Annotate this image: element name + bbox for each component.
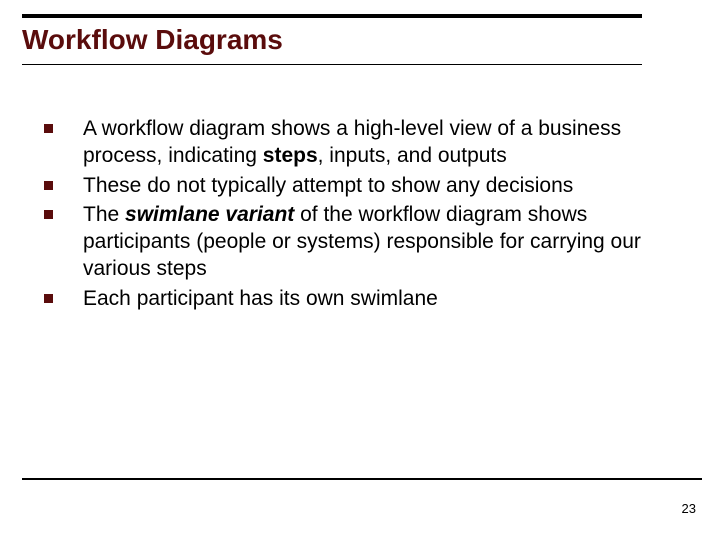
bullet-text: These do not typically attempt to show a…	[83, 172, 573, 199]
bullet-list: A workflow diagram shows a high-level vi…	[40, 115, 662, 312]
list-item: These do not typically attempt to show a…	[40, 172, 662, 199]
bullet-text: Each participant has its own swimlane	[83, 285, 438, 312]
list-item: Each participant has its own swimlane	[40, 285, 662, 312]
content-area: A workflow diagram shows a high-level vi…	[22, 65, 702, 312]
list-item: The swimlane variant of the workflow dia…	[40, 201, 662, 283]
square-bullet-icon	[44, 294, 53, 303]
slide-title: Workflow Diagrams	[22, 24, 642, 56]
bullet-text: A workflow diagram shows a high-level vi…	[83, 115, 662, 170]
bullet-text: The swimlane variant of the workflow dia…	[83, 201, 662, 283]
bottom-rule	[22, 478, 702, 480]
square-bullet-icon	[44, 210, 53, 219]
list-item: A workflow diagram shows a high-level vi…	[40, 115, 662, 170]
square-bullet-icon	[44, 124, 53, 133]
title-area: Workflow Diagrams	[22, 14, 642, 65]
square-bullet-icon	[44, 181, 53, 190]
page-number: 23	[682, 501, 696, 516]
